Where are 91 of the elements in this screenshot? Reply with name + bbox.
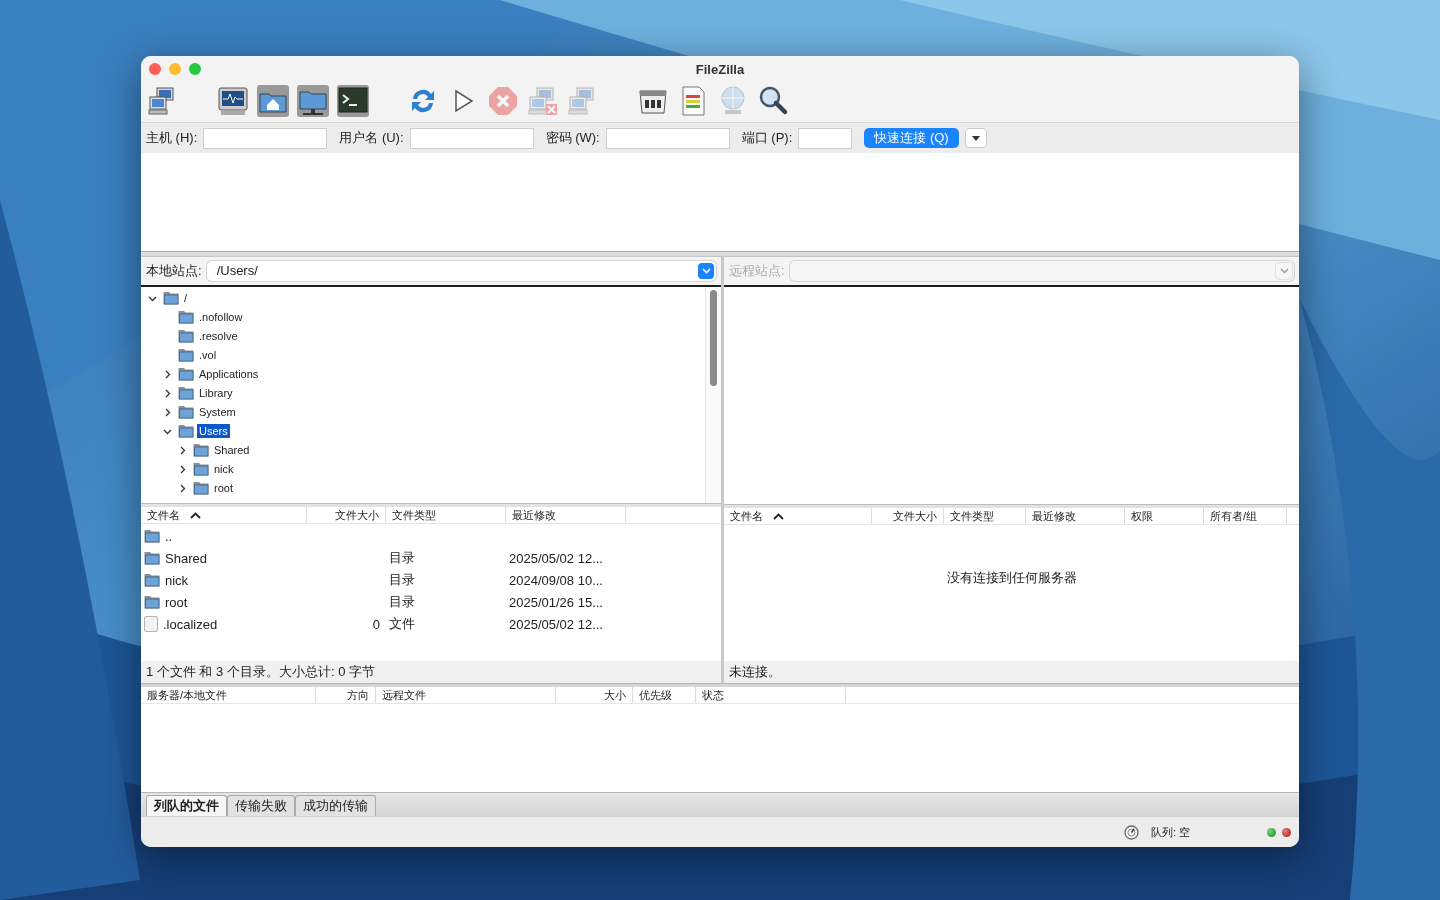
folder-icon [178,386,194,401]
column-header[interactable]: 文件大小 [335,507,379,523]
folder-icon [144,595,160,610]
tree-item[interactable]: nick [212,462,236,477]
folder-icon [178,424,194,439]
tab[interactable]: 成功的传输 [295,795,376,816]
status-text: 1 个文件 和 3 个目录。大小总计: 0 字节 [146,663,375,682]
chevron-right-icon[interactable] [163,388,172,398]
field-label: 用户名 (U): [339,129,404,147]
file-type: 目录 [389,549,415,568]
folder-home-icon[interactable] [257,85,289,117]
file-modified: 2025/01/26 15... [509,594,603,610]
file-icon [144,616,158,633]
dropdown-button[interactable] [965,129,986,147]
input-field[interactable] [798,127,853,149]
column-header[interactable]: 最近修改 [512,507,556,523]
chevron-right-icon[interactable] [178,483,187,493]
site-label: 本地站点: [146,261,202,280]
input-field[interactable] [203,127,328,149]
folder-icon [178,367,194,382]
field-label: 密码 (W): [545,129,600,147]
chevron-right-icon[interactable] [163,407,172,417]
column-header[interactable]: 文件名 [147,507,180,523]
folder-icon [144,529,160,544]
file-name[interactable]: Shared [165,550,207,566]
file-name[interactable]: .localized [163,616,218,632]
folder-icon [144,573,160,588]
window-title: FileZilla [695,61,745,77]
chevron-right-icon[interactable] [178,445,187,455]
input-field[interactable] [605,127,730,149]
file-type: 文件 [389,615,415,634]
path-combo[interactable]: /Users/ [206,260,716,281]
file-type: 目录 [389,593,415,612]
file-modified: 2025/05/02 12... [509,616,603,632]
site-label: 远程站点: [729,262,785,280]
tree-item[interactable]: Shared [212,443,252,458]
monitor-folder-icon[interactable] [297,85,329,117]
file-modified: 2025/05/02 12... [509,550,603,566]
tab[interactable]: 传输失败 [227,795,295,816]
column-header[interactable]: 状态 [702,687,724,703]
tree-item[interactable]: .vol [197,348,219,363]
folder-icon [193,462,209,477]
folder-icon [178,329,194,344]
file-size: 0 [372,616,380,632]
column-header[interactable]: 文件类型 [392,507,436,523]
chevron-down-icon [701,267,711,274]
column-header[interactable]: 大小 [604,687,626,703]
queue-status: 队列: 空 [1151,824,1191,840]
folder-icon [193,481,209,496]
tree-item[interactable]: .resolve [197,329,240,344]
caret-icon [971,135,980,141]
tree-item[interactable]: / [182,291,190,306]
column-header[interactable]: 服务器/本地文件 [147,687,228,703]
file-name[interactable]: nick [165,572,189,588]
file-name[interactable]: .. [165,528,173,544]
tree-item[interactable]: System [197,405,238,420]
tree-item[interactable]: Library [197,386,235,401]
chevron-right-icon[interactable] [178,464,187,474]
folder-icon [144,551,160,566]
column-header[interactable]: 方向 [347,687,369,703]
tab[interactable]: 列队的文件 [146,795,227,816]
terminal-icon[interactable] [337,85,369,117]
chevron-right-icon[interactable] [163,369,172,379]
folder-icon [193,443,209,458]
tree-item[interactable]: Applications [197,367,261,382]
tree-item[interactable]: .nofollow [197,310,245,325]
file-modified: 2024/09/08 10... [509,572,603,588]
input-field[interactable] [409,127,534,149]
status-text: 未连接。 [729,663,781,681]
tree-item[interactable]: Users [197,424,230,439]
folder-icon [178,310,194,325]
column-header[interactable]: 远程文件 [382,687,426,703]
search-icon[interactable] [757,85,789,117]
field-label: 端口 (P): [741,129,793,147]
indicator-light [1282,827,1291,837]
file-type: 目录 [389,571,415,590]
scrollbar-thumb[interactable] [710,289,717,386]
monitor-pulse-icon[interactable] [217,85,249,117]
file-name[interactable]: root [165,594,188,610]
quickconnect-button[interactable]: 快速连接 (Q) [864,128,959,148]
folder-icon [163,291,179,306]
folder-icon [178,348,194,363]
tree-item[interactable]: root [212,481,235,496]
close-button[interactable] [149,63,161,75]
gauge-icon [1124,824,1139,840]
empty-message: 没有连接到任何服务器 [946,569,1077,585]
folder-icon [178,405,194,420]
chevron-down-icon [1279,268,1289,274]
indicator-light [1267,827,1276,837]
field-label: 主机 (H): [146,129,198,147]
column-header[interactable]: 优先级 [639,687,672,703]
